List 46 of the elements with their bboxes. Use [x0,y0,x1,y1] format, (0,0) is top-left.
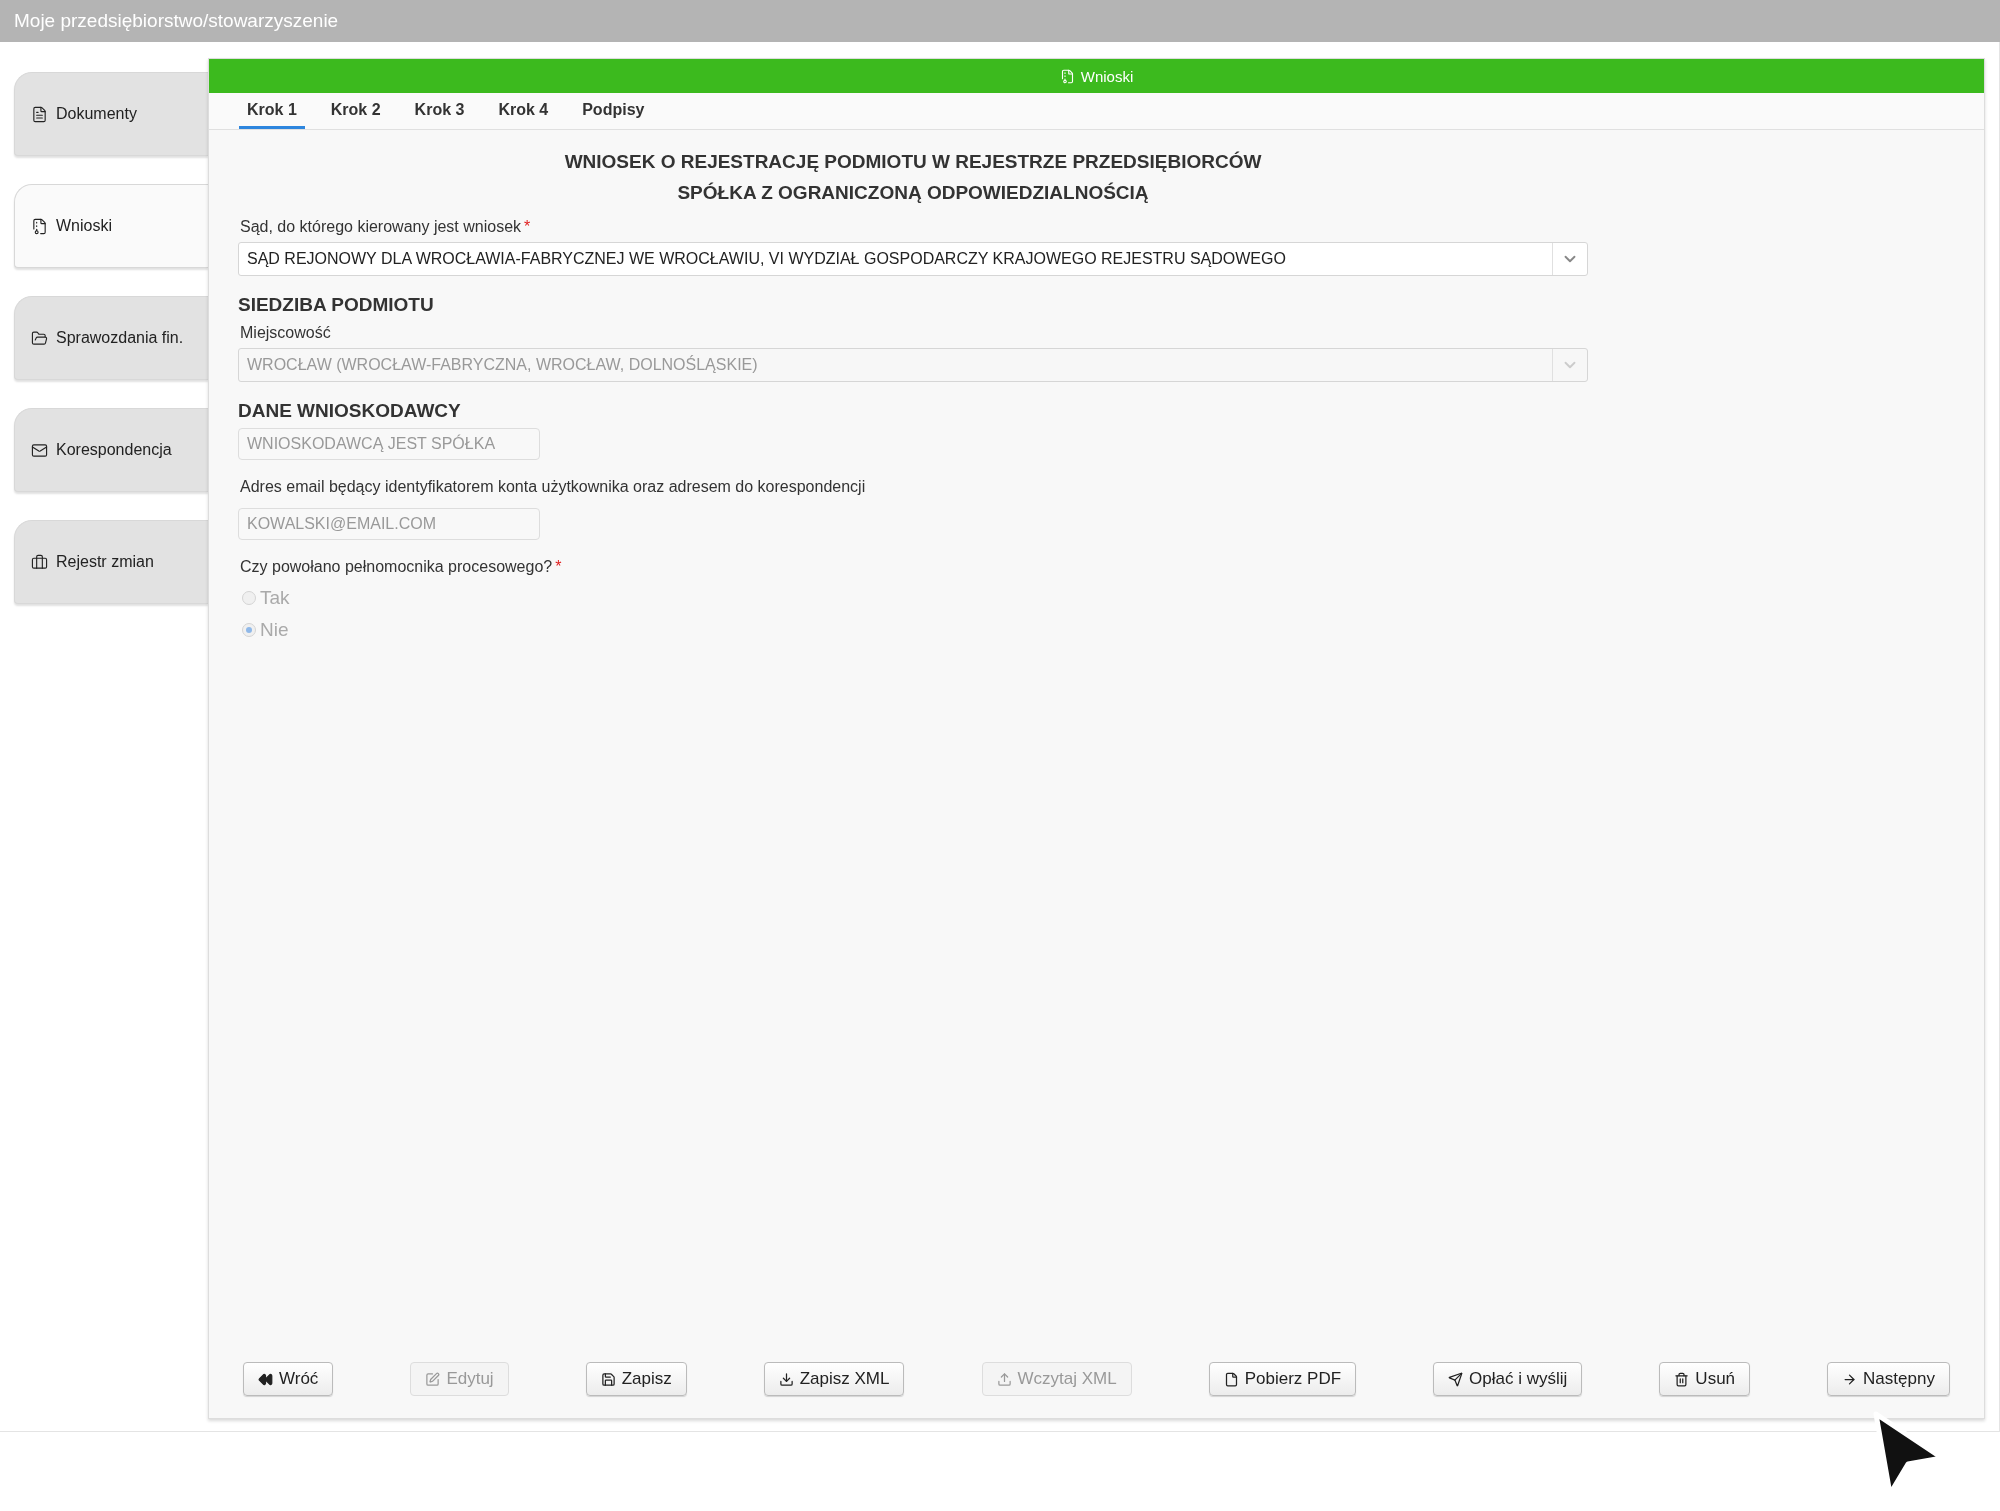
archive-file-icon [31,217,48,235]
panel-title: Wnioski [1080,67,1134,85]
step-tab[interactable]: Krok 1 [239,93,305,129]
document-icon [31,105,48,123]
paper-plane-icon [1448,1371,1464,1387]
rewind-icon [258,1371,273,1387]
download-icon [778,1371,794,1387]
required-mark: * [524,218,531,235]
pencil-square-icon [425,1371,441,1387]
action-button[interactable]: Następny [1827,1362,1950,1396]
action-button[interactable]: Zapisz XML [763,1362,905,1396]
action-button[interactable]: Wróć [243,1362,334,1396]
required-mark: * [555,558,562,575]
step-tab[interactable]: Krok 3 [406,93,473,129]
field-label: Czy powołano pełnomocnika procesowego? [240,558,553,575]
trash-icon [1674,1371,1690,1387]
sidebar-item[interactable]: Rejestr zmian [14,520,208,604]
form-heading: WNIOSEK O REJESTRACJĘ PODMIOTU W REJESTRZE PRZEDSIĘBIORCÓW [563,150,1263,174]
action-button[interactable]: Zapisz [585,1362,687,1396]
envelope-icon [31,441,48,459]
upload-icon [996,1371,1012,1387]
section-heading: DANE WNIOSKODAWCY [238,400,462,422]
field-label: Sąd, do którego kierowany jest wniosek [240,218,522,235]
step-tab[interactable]: Krok 2 [322,93,389,129]
field-label: Miejscowość [240,324,331,341]
archive-file-icon [1059,68,1075,84]
radio-label: Tak [260,587,290,609]
select-field[interactable]: SĄD REJONOWY DLA WROCŁAWIA-FABRYCZNEJ WE WROCŁAWIU, VI WYDZIAŁ GOSPODARCZY KRAJOWEGO REJESTRU SĄDOWEGO [238,242,1588,276]
sidebar-item[interactable]: Dokumenty [14,72,208,156]
page-title: Moje przedsiębiorstwo/stowarzyszenie [14,10,339,32]
section-heading: SIEDZIBA PODMIOTU [238,294,435,316]
radio-label: Nie [260,619,289,641]
step-tab[interactable]: Podpisy [574,93,653,129]
sidebar-item[interactable]: Wnioski [14,184,208,268]
form-heading: SPÓŁKA Z OGRANICZONĄ ODPOWIEDZIALNOŚCIĄ [676,181,1150,205]
action-button[interactable]: Usuń [1659,1362,1751,1396]
folder-icon [31,329,48,347]
sidebar-item[interactable]: Korespondencja [14,408,208,492]
briefcase-icon [31,553,48,571]
field-label: Adres email będący identyfikatorem konta użytkownika oraz adresem do korespondencji [240,478,866,495]
action-button[interactable]: Opłać i wyślij [1433,1362,1583,1396]
file-icon [1223,1371,1239,1387]
sidebar-item[interactable]: Sprawozdania fin. [14,296,208,380]
step-tab[interactable]: Krok 4 [490,93,557,129]
action-button[interactable]: Pobierz PDF [1208,1362,1357,1396]
arrow-right-icon [1842,1371,1858,1387]
